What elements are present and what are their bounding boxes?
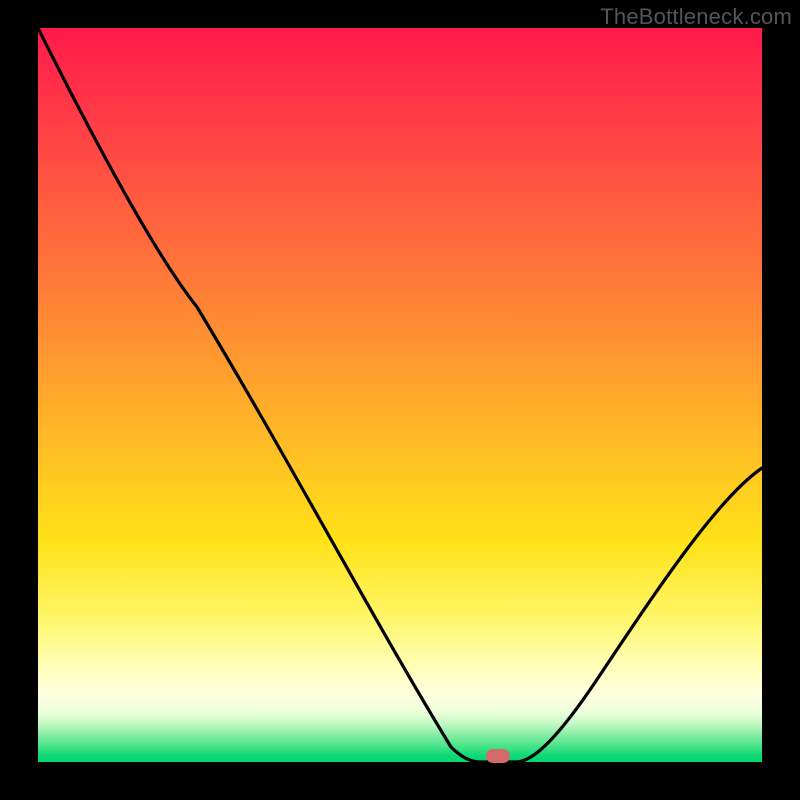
bottleneck-curve bbox=[38, 28, 762, 762]
chart-frame: TheBottleneck.com bbox=[0, 0, 800, 800]
watermark-text: TheBottleneck.com bbox=[600, 4, 792, 30]
bottleneck-curve-path bbox=[38, 28, 762, 762]
optimal-point-marker bbox=[486, 749, 510, 763]
plot-area bbox=[38, 28, 762, 762]
